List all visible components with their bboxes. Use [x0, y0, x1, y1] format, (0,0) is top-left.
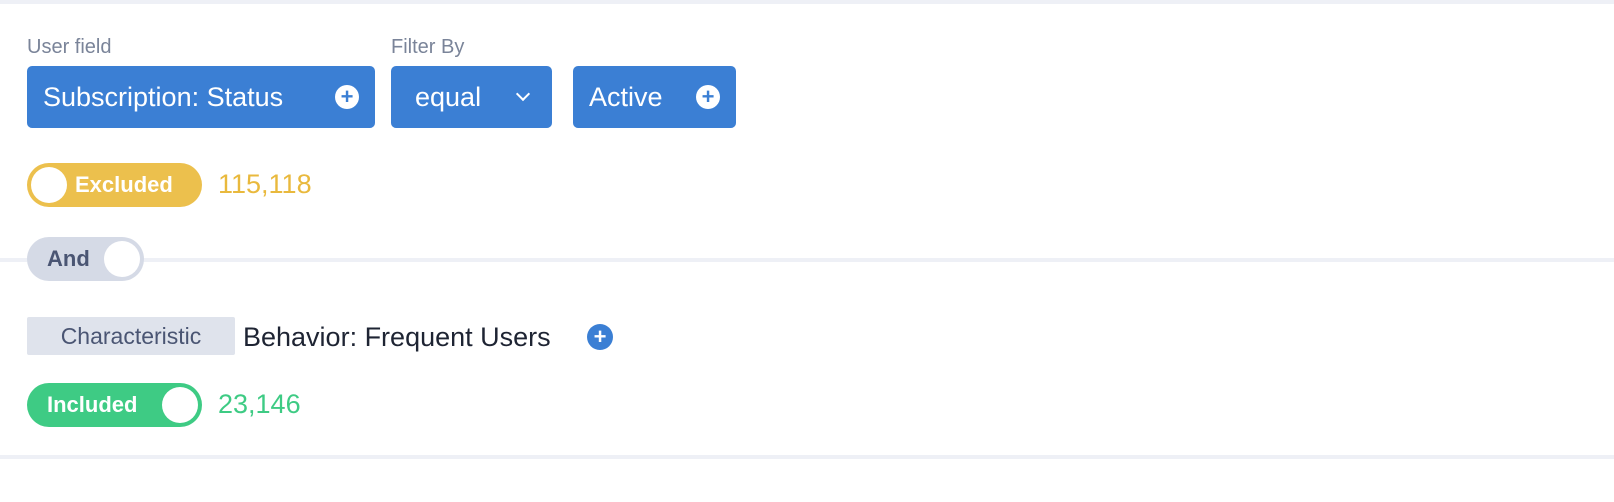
- operator-value: equal: [415, 81, 482, 112]
- logic-operator-label: And: [47, 246, 90, 271]
- segment-filter-panel: User field Filter By Subscription: Statu…: [0, 0, 1614, 502]
- toggle-knob: [104, 241, 140, 277]
- operator-dropdown[interactable]: equal: [391, 66, 552, 128]
- and-or-toggle[interactable]: And: [27, 237, 144, 281]
- top-divider: [0, 0, 1614, 4]
- user-field-value: Subscription: Status: [43, 81, 284, 112]
- toggle-knob: [162, 387, 198, 423]
- filter-value: Active: [589, 81, 663, 112]
- exclude-include-toggle[interactable]: Included: [27, 383, 202, 427]
- toggle-knob: [31, 167, 67, 203]
- add-characteristic-icon[interactable]: +: [587, 324, 613, 350]
- section-divider: [0, 258, 1614, 262]
- value-select[interactable]: Active +: [573, 66, 736, 128]
- toggle-label: Excluded: [75, 172, 173, 197]
- bottom-divider: [0, 455, 1614, 459]
- excluded-count: 115,118: [218, 169, 312, 199]
- chevron-down-icon: [515, 86, 531, 102]
- filter-by-label: Filter By: [391, 36, 465, 58]
- user-field-select[interactable]: Subscription: Status +: [27, 66, 375, 128]
- plus-circle-icon: +: [335, 85, 359, 109]
- plus-circle-icon: +: [696, 85, 720, 109]
- exclude-include-toggle[interactable]: Excluded: [27, 163, 202, 207]
- included-count: 23,146: [218, 389, 301, 419]
- characteristic-name: Behavior: Frequent Users: [243, 322, 551, 352]
- user-field-label: User field: [27, 36, 112, 58]
- characteristic-tag: Characteristic: [27, 317, 235, 355]
- toggle-label: Included: [47, 392, 138, 417]
